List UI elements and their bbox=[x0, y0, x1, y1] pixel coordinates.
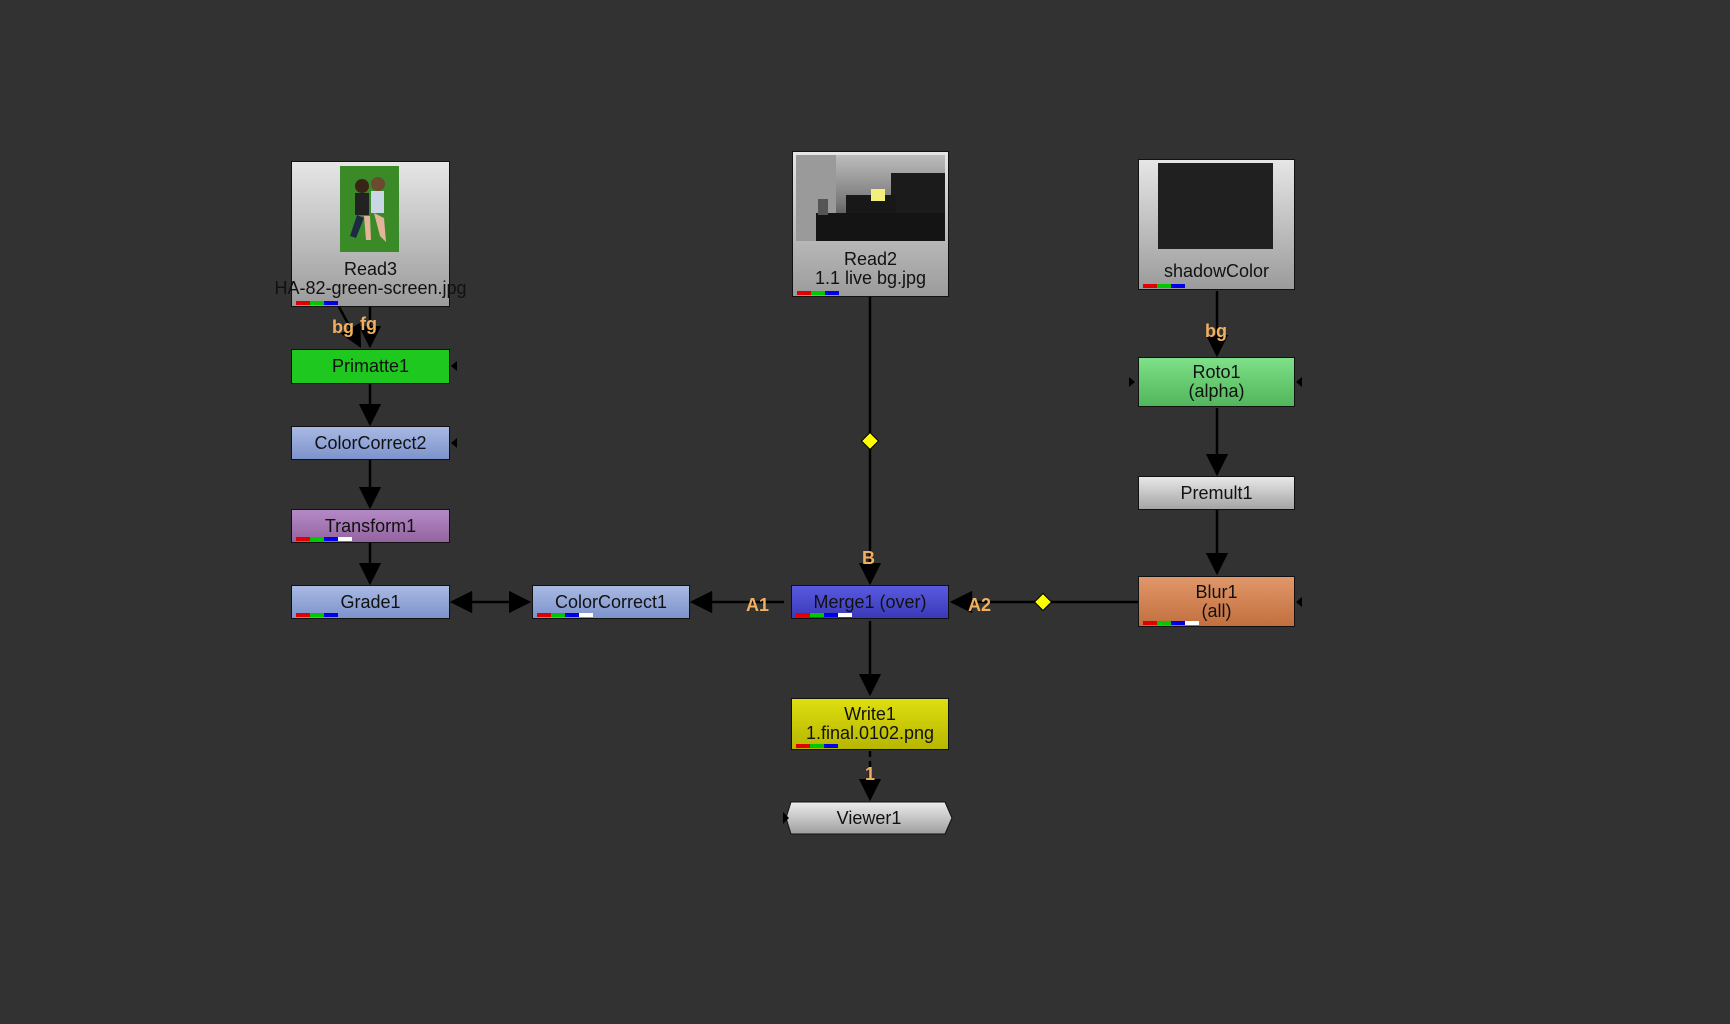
read2-node[interactable]: Read2 1.1 live bg.jpg bbox=[792, 151, 949, 297]
input-label-bg: bg bbox=[332, 317, 354, 337]
input-label-bg: bg bbox=[1205, 321, 1227, 341]
dot-node-blur bbox=[1033, 592, 1053, 612]
channel-indicator bbox=[1143, 284, 1185, 288]
primatte1-node[interactable]: Primatte1 bbox=[291, 349, 450, 384]
premult1-node[interactable]: Premult1 bbox=[1138, 476, 1295, 510]
channel-indicator bbox=[796, 613, 852, 617]
shadowcolor-title: shadowColor bbox=[1163, 261, 1270, 281]
colorcorrect1-title: ColorCorrect1 bbox=[554, 591, 668, 612]
viewer1-node[interactable]: Viewer1 bbox=[783, 800, 955, 838]
channel-indicator bbox=[296, 301, 338, 305]
channel-indicator bbox=[797, 291, 839, 295]
premult1-title: Premult1 bbox=[1180, 482, 1253, 503]
input-label-b: B bbox=[862, 548, 875, 568]
read3-title: Read3 bbox=[343, 259, 398, 279]
channel-indicator bbox=[296, 613, 338, 617]
write1-title: Write1 bbox=[844, 704, 896, 724]
viewer1-title: Viewer1 bbox=[837, 808, 902, 828]
input-label-a1: A1 bbox=[746, 595, 770, 615]
read3-thumbnail bbox=[340, 166, 399, 252]
merge1-node[interactable]: Merge1 (over) bbox=[791, 585, 949, 619]
channel-indicator bbox=[1143, 621, 1199, 625]
roto1-subtitle: (alpha) bbox=[1188, 381, 1245, 401]
input-label-fg: fg bbox=[360, 314, 377, 334]
merge1-title: Merge1 (over) bbox=[813, 591, 927, 612]
roto1-input-arrow[interactable] bbox=[1129, 377, 1135, 387]
write1-filename: 1.final.0102.png bbox=[805, 723, 935, 743]
mask-input-arrow[interactable] bbox=[1296, 597, 1302, 607]
colorcorrect2-node[interactable]: ColorCorrect2 bbox=[291, 426, 450, 460]
transform1-title: Transform1 bbox=[324, 515, 417, 536]
grade1-node[interactable]: Grade1 bbox=[291, 585, 450, 619]
shadowcolor-thumbnail bbox=[1158, 163, 1273, 249]
mask-input-arrow[interactable] bbox=[451, 361, 457, 371]
read3-node[interactable]: Read3 HA-82-green-screen.jpg bbox=[274, 161, 467, 307]
channel-indicator bbox=[796, 744, 838, 748]
colorcorrect2-title: ColorCorrect2 bbox=[314, 432, 427, 453]
roto1-title: Roto1 bbox=[1192, 362, 1241, 382]
read2-filename: 1.1 live bg.jpg bbox=[814, 268, 927, 288]
write1-node[interactable]: Write1 1.final.0102.png bbox=[791, 698, 949, 750]
mask-input-arrow[interactable] bbox=[451, 438, 457, 448]
dot-node-read2 bbox=[860, 431, 880, 451]
roto1-node[interactable]: Roto1 (alpha) bbox=[1138, 357, 1295, 407]
mask-input-arrow[interactable] bbox=[1296, 377, 1302, 387]
input-label-a2: A2 bbox=[968, 595, 992, 615]
colorcorrect1-node[interactable]: ColorCorrect1 bbox=[532, 585, 690, 619]
transform1-node[interactable]: Transform1 bbox=[291, 509, 450, 543]
channel-indicator bbox=[537, 613, 593, 617]
shadowcolor-node[interactable]: shadowColor bbox=[1138, 159, 1295, 290]
blur1-title: Blur1 bbox=[1195, 581, 1238, 602]
input-label-1: 1 bbox=[865, 764, 876, 784]
primatte1-title: Primatte1 bbox=[331, 356, 410, 376]
channel-indicator bbox=[296, 537, 352, 541]
blur1-subtitle: (all) bbox=[1201, 600, 1232, 621]
read3-filename: HA-82-green-screen.jpg bbox=[274, 278, 467, 298]
read2-thumbnail bbox=[796, 155, 945, 241]
node-graph[interactable]: Read3 HA-82-green-screen.jpg Read2 1.1 l… bbox=[0, 0, 1730, 1024]
blur1-node[interactable]: Blur1 (all) bbox=[1138, 576, 1295, 627]
grade1-title: Grade1 bbox=[340, 591, 401, 612]
read2-title: Read2 bbox=[843, 249, 898, 269]
